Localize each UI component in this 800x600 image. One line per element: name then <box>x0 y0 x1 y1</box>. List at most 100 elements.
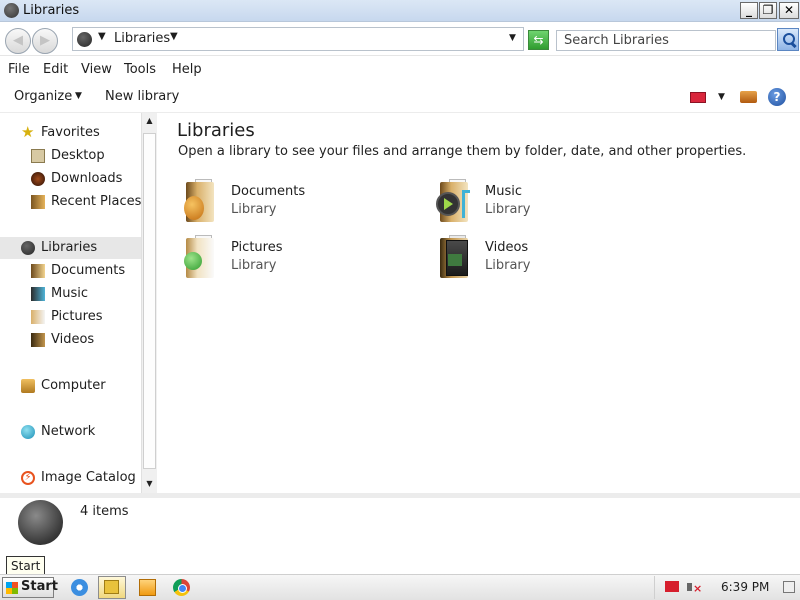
libraries-large-icon <box>18 500 63 545</box>
page-description: Open a library to see your files and arr… <box>178 144 747 159</box>
minimize-button[interactable]: _ <box>740 2 758 19</box>
content-pane: Libraries Open a library to see your fil… <box>158 113 800 493</box>
page-title: Libraries <box>177 120 255 141</box>
documents-library-icon <box>182 178 220 226</box>
preview-pane-icon[interactable] <box>740 91 757 103</box>
chrome-icon[interactable] <box>173 579 190 596</box>
windows-logo-icon <box>6 582 18 594</box>
organize-dropdown-icon[interactable]: ▼ <box>75 91 82 101</box>
nav-desktop[interactable]: Desktop <box>0 145 141 167</box>
videos-icon <box>31 333 45 347</box>
command-bar: Organize ▼ New library ▼ ? <box>0 83 800 113</box>
nav-recent-places[interactable]: Recent Places <box>0 191 141 213</box>
details-pane: 4 items <box>0 493 800 549</box>
menu-bar: File Edit View Tools Help <box>0 57 800 83</box>
library-type: Library <box>231 258 277 273</box>
library-videos[interactable]: Videos Library <box>436 234 676 284</box>
scroll-down-icon[interactable]: ▼ <box>142 476 157 492</box>
library-type: Library <box>485 202 531 217</box>
back-button[interactable]: ◀ <box>5 28 31 54</box>
address-row: ◀ ▶ ▼ Libraries ▼ ▼ ⇆ Search Libraries <box>0 22 800 56</box>
libraries-icon <box>21 241 35 255</box>
star-icon: ★ <box>21 123 35 141</box>
nav-image-catalog[interactable]: ⚡ Image Catalog <box>0 467 141 489</box>
search-icon[interactable] <box>777 28 799 51</box>
menu-help[interactable]: Help <box>172 62 202 77</box>
library-name: Pictures <box>231 240 283 255</box>
library-name: Videos <box>485 240 529 255</box>
taskbar: Start 6:39 PM <box>0 574 800 600</box>
action-center-flag-icon[interactable] <box>665 581 679 592</box>
nav-videos[interactable]: Videos <box>0 329 141 351</box>
videos-library-icon <box>436 234 474 282</box>
nav-pictures[interactable]: Pictures <box>0 306 141 328</box>
library-type: Library <box>485 258 531 273</box>
new-library-button[interactable]: New library <box>105 89 179 104</box>
volume-muted-icon[interactable] <box>687 580 702 595</box>
folder-icon <box>104 580 119 594</box>
scroll-up-icon[interactable]: ▲ <box>142 113 157 129</box>
show-desktop-icon[interactable] <box>783 581 795 593</box>
nav-network[interactable]: Network <box>0 421 141 443</box>
music-library-icon <box>436 178 474 226</box>
explorer-taskbar-button[interactable] <box>98 576 126 599</box>
start-tooltip: Start <box>6 556 46 576</box>
clock[interactable]: 6:39 PM <box>721 580 769 594</box>
refresh-button[interactable]: ⇆ <box>528 30 549 50</box>
network-icon <box>21 425 35 439</box>
library-name: Documents <box>231 184 306 199</box>
scroll-thumb[interactable] <box>143 133 156 469</box>
start-label: Start <box>21 579 58 594</box>
nav-computer[interactable]: Computer <box>0 375 141 397</box>
menu-tools[interactable]: Tools <box>124 62 156 77</box>
nav-documents[interactable]: Documents <box>0 260 141 282</box>
nav-music[interactable]: Music <box>0 283 141 305</box>
change-view-icon[interactable] <box>690 92 706 103</box>
library-pictures[interactable]: Pictures Library <box>182 234 422 284</box>
organize-button[interactable]: Organize <box>14 89 72 104</box>
nav-favorites[interactable]: ★ Favorites <box>0 122 141 144</box>
media-player-icon[interactable] <box>139 579 156 596</box>
library-name: Music <box>485 184 522 199</box>
menu-file[interactable]: File <box>8 62 30 77</box>
menu-view[interactable]: View <box>81 62 112 77</box>
system-tray: 6:39 PM <box>654 576 800 599</box>
downloads-icon <box>31 172 45 186</box>
maximize-button[interactable]: ❐ <box>759 2 777 19</box>
forward-button[interactable]: ▶ <box>32 28 58 54</box>
computer-icon <box>21 379 35 393</box>
breadcrumb-libraries[interactable]: Libraries <box>114 31 170 46</box>
search-input[interactable]: Search Libraries <box>556 30 776 51</box>
close-button[interactable]: ✕ <box>779 2 799 19</box>
back-arrow-icon: ◀ <box>13 33 23 48</box>
library-music[interactable]: Music Library <box>436 178 676 228</box>
image-catalog-icon: ⚡ <box>21 471 35 485</box>
pictures-icon <box>31 310 45 324</box>
view-dropdown-icon[interactable]: ▼ <box>718 92 725 102</box>
recent-places-icon <box>31 195 45 209</box>
desktop-icon <box>31 149 45 163</box>
breadcrumb-dropdown-icon[interactable]: ▼ <box>170 31 178 42</box>
libraries-icon <box>4 3 19 18</box>
libraries-icon <box>77 32 92 47</box>
menu-edit[interactable]: Edit <box>43 62 68 77</box>
history-dropdown-icon[interactable]: ▼ <box>509 33 516 43</box>
internet-explorer-icon[interactable] <box>71 579 88 596</box>
title-bar: Libraries _ ❐ ✕ <box>0 0 800 22</box>
help-icon[interactable]: ? <box>768 88 786 106</box>
nav-libraries[interactable]: Libraries <box>0 237 141 259</box>
library-type: Library <box>231 202 277 217</box>
search-placeholder: Search Libraries <box>564 33 669 48</box>
address-bar[interactable]: ▼ Libraries ▼ ▼ <box>72 27 524 51</box>
window-title: Libraries <box>23 3 80 18</box>
library-documents[interactable]: Documents Library <box>182 178 422 228</box>
start-button[interactable]: Start <box>2 577 58 598</box>
breadcrumb-root-arrow-icon[interactable]: ▼ <box>98 31 106 42</box>
documents-icon <box>31 264 45 278</box>
music-icon <box>31 287 45 301</box>
nav-downloads[interactable]: Downloads <box>0 168 141 190</box>
pictures-library-icon <box>182 234 220 282</box>
navigation-pane: ★ Favorites Desktop Downloads Recent Pla… <box>0 113 141 493</box>
navigation-scrollbar[interactable]: ▲ ▼ <box>141 113 157 493</box>
forward-arrow-icon: ▶ <box>40 33 50 48</box>
